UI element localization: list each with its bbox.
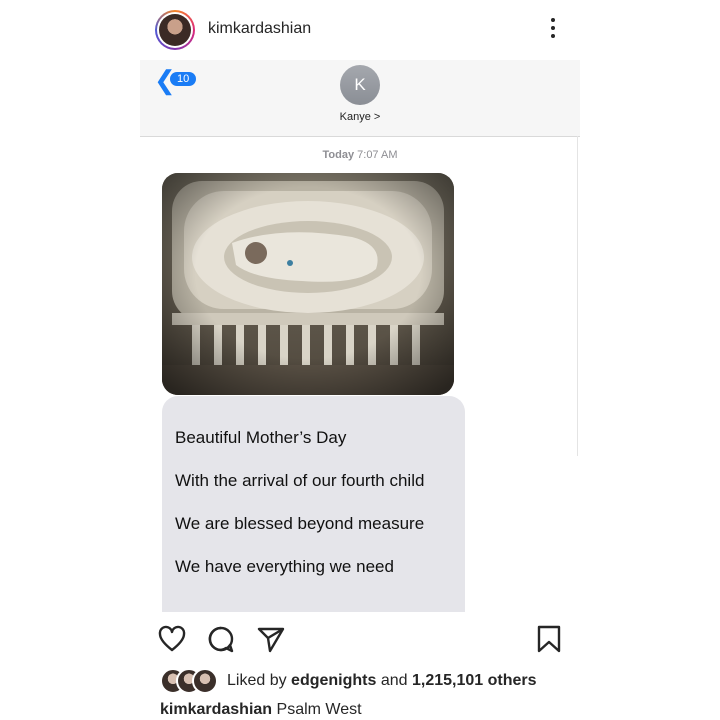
instagram-post: kimkardashian ❮ 10 K Kanye > Today 7:07 … — [140, 0, 580, 720]
comment-icon[interactable] — [206, 624, 236, 654]
bookmark-icon[interactable] — [534, 624, 564, 654]
post-caption: kimkardashian Psalm West — [160, 701, 362, 719]
baby-in-bassinet-photo[interactable] — [162, 173, 454, 395]
contact-name[interactable]: Kanye > — [140, 111, 580, 123]
message-line: Beautiful Mother’s Day — [175, 428, 347, 447]
message-bubble[interactable]: Beautiful Mother’s Day With the arrival … — [162, 396, 465, 612]
post-username[interactable]: kimkardashian — [208, 20, 311, 38]
likes-text[interactable]: Liked by edgenights and 1,215,101 others — [227, 672, 537, 690]
caption-text: Psalm West — [276, 701, 362, 718]
more-options-icon[interactable] — [550, 18, 556, 42]
profile-avatar[interactable] — [155, 10, 195, 50]
message-header: ❮ 10 K Kanye > — [140, 60, 580, 137]
caption-username[interactable]: kimkardashian — [160, 701, 272, 718]
liker-avatars[interactable] — [160, 668, 220, 694]
likes-count[interactable]: 1,215,101 others — [412, 672, 537, 689]
unread-count-badge[interactable]: 10 — [170, 72, 197, 86]
contact-avatar[interactable]: K — [340, 65, 380, 105]
liked-by-user[interactable]: edgenights — [291, 672, 376, 689]
message-line: We have everything we need — [175, 557, 394, 576]
message-line: We are blessed beyond measure — [175, 514, 425, 533]
likes-row: Liked by edgenights and 1,215,101 others — [140, 668, 580, 694]
photo-illustration — [162, 173, 454, 395]
message-line: With the arrival of our fourth child — [175, 471, 425, 490]
share-icon[interactable] — [256, 624, 286, 654]
post-image: ❮ 10 K Kanye > Today 7:07 AM Beautiful M… — [140, 60, 580, 612]
heart-icon[interactable] — [157, 624, 187, 654]
post-actions — [140, 618, 580, 658]
post-header: kimkardashian — [140, 0, 580, 60]
liker-avatar — [192, 668, 218, 694]
message-timestamp: Today 7:07 AM — [322, 149, 398, 161]
